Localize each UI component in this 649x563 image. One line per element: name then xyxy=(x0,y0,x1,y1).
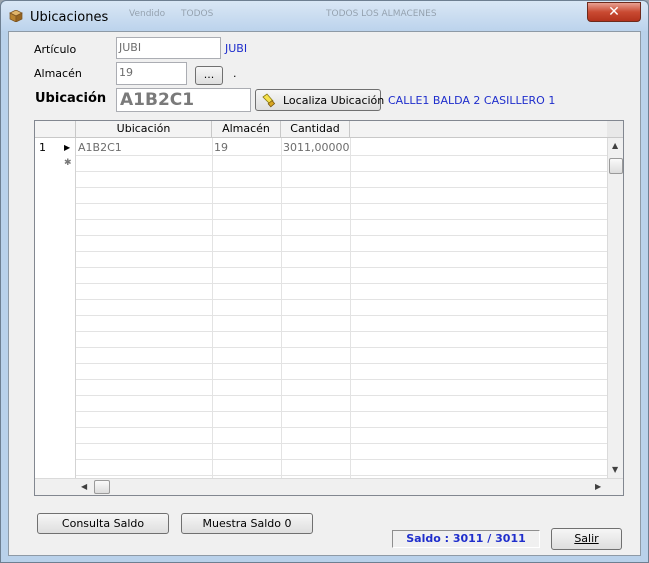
scroll-left-icon[interactable]: ◀ xyxy=(81,482,87,492)
grid-row-line xyxy=(76,283,607,284)
grid-column-line xyxy=(350,138,351,478)
window-title: Ubicaciones xyxy=(30,10,109,25)
consulta-saldo-button[interactable]: Consulta Saldo xyxy=(37,513,169,534)
grid-row-line xyxy=(76,251,607,252)
vertical-scrollbar[interactable]: ▲ ▼ xyxy=(607,138,623,478)
grid-row-line xyxy=(76,315,607,316)
cell-cantidad[interactable]: 3011,000000 xyxy=(281,140,350,156)
scroll-right-icon[interactable]: ▶ xyxy=(595,482,601,492)
almacen-field[interactable]: 19 xyxy=(116,62,187,85)
column-header-cantidad[interactable]: Cantidad xyxy=(281,121,350,138)
grid-bottom-corner xyxy=(35,478,76,495)
row-header-column xyxy=(35,138,76,478)
grid-row-line xyxy=(76,411,607,412)
grid-corner-header xyxy=(35,121,76,138)
localiza-ubicacion-label: Localiza Ubicación xyxy=(283,94,385,107)
background-text: TODOS xyxy=(181,9,214,19)
articulo-description: JUBI xyxy=(225,42,248,55)
grid-row-line xyxy=(76,187,607,188)
grid-row-line xyxy=(76,331,607,332)
grid-row-line xyxy=(76,347,607,348)
ubicacion-field[interactable]: A1B2C1 xyxy=(116,88,251,112)
grid-row-line xyxy=(76,171,607,172)
cell-almacen[interactable]: 19 xyxy=(212,140,281,156)
almacen-description: . xyxy=(233,67,237,80)
scroll-up-icon[interactable]: ▲ xyxy=(612,141,618,151)
box-icon xyxy=(9,10,23,22)
vertical-scroll-thumb[interactable] xyxy=(609,158,623,174)
grid-row-line xyxy=(76,363,607,364)
grid-header-scroll-corner xyxy=(607,121,623,138)
grid-column-line xyxy=(281,138,282,478)
salir-button[interactable]: Salir xyxy=(551,528,622,550)
grid-row-line xyxy=(76,299,607,300)
new-row-icon: ✱ xyxy=(64,158,72,168)
grid-row-line xyxy=(76,203,607,204)
almacen-label: Almacén xyxy=(34,67,82,80)
articulo-field[interactable]: JUBI xyxy=(116,37,221,59)
grid-row-line xyxy=(76,443,607,444)
flashlight-icon xyxy=(262,93,276,108)
grid-row-line xyxy=(76,379,607,380)
grid-row-line xyxy=(76,219,607,220)
client-area: Artículo JUBI JUBI Almacén 19 ... . Ubic… xyxy=(8,31,641,556)
grid-row-line xyxy=(76,459,607,460)
grid-row-line xyxy=(76,395,607,396)
background-text: Vendido xyxy=(129,9,166,19)
grid-row-line xyxy=(76,427,607,428)
ubicaciones-window: Ubicaciones Vendido TODOS TODOS LOS ALMA… xyxy=(0,0,649,563)
ubicacion-label: Ubicación xyxy=(35,91,107,106)
saldo-display: Saldo : 3011 / 3011 xyxy=(392,530,540,548)
grid-row-line xyxy=(76,475,607,476)
close-button[interactable]: ✕ xyxy=(587,2,641,22)
grid-row-line xyxy=(76,267,607,268)
horizontal-scroll-thumb[interactable] xyxy=(94,480,110,494)
cell-ubicacion[interactable]: A1B2C1 xyxy=(76,140,212,156)
almacen-browse-button[interactable]: ... xyxy=(195,66,223,85)
horizontal-scrollbar[interactable]: ◀ ▶ xyxy=(76,478,623,495)
column-header-ubicacion[interactable]: Ubicación xyxy=(76,121,212,138)
localiza-ubicacion-button[interactable]: Localiza Ubicación xyxy=(255,89,385,111)
grid-row-line xyxy=(76,235,607,236)
ubicacion-description: CALLE1 BALDA 2 CASILLERO 1 xyxy=(388,94,556,107)
grid-column-line xyxy=(212,138,213,478)
row-number: 1 xyxy=(39,141,46,154)
ubicaciones-grid: Ubicación Almacén Cantidad 1 ▶ A1B2C1 19… xyxy=(34,120,624,496)
muestra-saldo-0-button[interactable]: Muestra Saldo 0 xyxy=(181,513,313,534)
title-bar[interactable]: Ubicaciones Vendido TODOS TODOS LOS ALMA… xyxy=(1,1,648,31)
scroll-down-icon[interactable]: ▼ xyxy=(612,465,618,475)
column-header-almacen[interactable]: Almacén xyxy=(212,121,281,138)
grid-header-filler xyxy=(350,121,607,138)
current-row-indicator-icon: ▶ xyxy=(64,143,71,152)
background-text: TODOS LOS ALMACENES xyxy=(326,9,437,19)
articulo-label: Artículo xyxy=(34,43,77,56)
